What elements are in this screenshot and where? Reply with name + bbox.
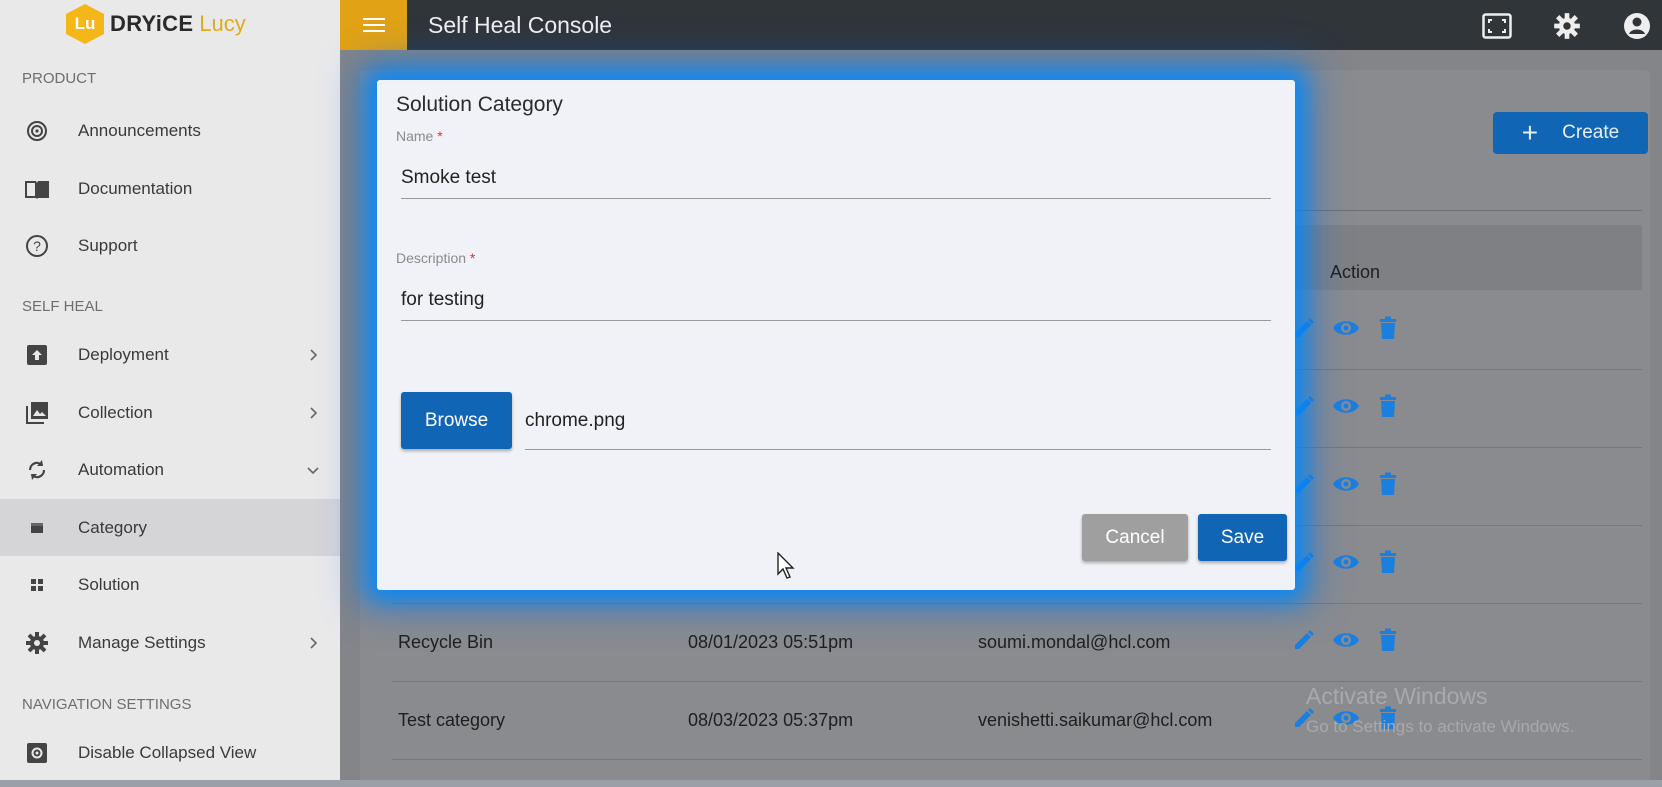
sidebar-item-label: Deployment: [78, 344, 169, 364]
view-icon[interactable]: [1332, 626, 1360, 654]
cell-category-name: Test category: [398, 710, 506, 730]
category-icon: [24, 515, 50, 541]
sidebar-item-label: Manage Settings: [78, 632, 206, 652]
row-actions: [1290, 470, 1402, 498]
required-mark: *: [437, 128, 443, 144]
gear-icon: [24, 630, 50, 656]
dialog-title: Solution Category: [396, 93, 563, 116]
description-input[interactable]: [401, 280, 1271, 321]
watermark-title: Activate Windows: [1306, 683, 1488, 709]
column-header-action: Action: [1330, 262, 1381, 282]
sidebar-item-disable-collapsed-view[interactable]: Disable Collapsed View: [0, 724, 340, 781]
name-label-text: Name: [396, 128, 434, 144]
chevron-right-icon: [310, 406, 318, 419]
description-label: Description *: [396, 250, 475, 266]
help-icon: ?: [24, 233, 50, 259]
lucy-logo-icon: Lu: [66, 4, 104, 44]
sidebar-item-solution[interactable]: Solution: [0, 556, 340, 613]
name-label: Name *: [396, 128, 443, 144]
file-name-text: chrome.png: [525, 410, 626, 431]
sidebar-item-manage-settings[interactable]: Manage Settings: [0, 614, 340, 671]
cell-created-date: 08/01/2023 05:51pm: [688, 632, 854, 652]
row-actions: [1290, 548, 1402, 576]
svg-text:?: ?: [33, 238, 41, 254]
sidebar-item-category[interactable]: Category: [0, 499, 340, 556]
sidebar-item-label: Solution: [78, 574, 140, 594]
account-icon[interactable]: [1622, 11, 1652, 41]
description-label-text: Description: [396, 250, 467, 266]
brand-logo[interactable]: Lu DRYiCE Lucy: [66, 4, 246, 44]
section-self-heal: SELF HEAL: [22, 298, 103, 315]
sidebar-item-label: Automation: [78, 459, 164, 479]
chevron-down-icon: [307, 466, 319, 474]
file-name-field[interactable]: chrome.png: [525, 392, 1271, 450]
view-icon[interactable]: [1332, 548, 1360, 576]
section-navigation-settings: NAVIGATION SETTINGS: [22, 696, 192, 713]
sidebar-item-automation[interactable]: Automation: [0, 441, 340, 498]
hamburger-icon: [362, 18, 385, 32]
settings-box-icon: [24, 740, 50, 766]
delete-icon[interactable]: [1374, 314, 1402, 342]
create-label: Create: [1562, 122, 1620, 143]
brand-product: Lucy: [199, 11, 246, 36]
brand-name: DRYiCE: [110, 11, 194, 36]
announcement-icon: [24, 118, 50, 144]
mouse-cursor-icon: [777, 552, 795, 579]
cell-created-by: soumi.mondal@hcl.com: [978, 632, 1171, 652]
sidebar-item-support[interactable]: ? Support: [0, 217, 340, 274]
view-icon[interactable]: [1332, 392, 1360, 420]
sidebar-item-deployment[interactable]: Deployment: [0, 326, 340, 383]
view-icon[interactable]: [1332, 470, 1360, 498]
sidebar-item-label: Collection: [78, 402, 153, 422]
sync-icon: [24, 457, 50, 483]
bottom-strip: [0, 780, 1662, 787]
sidebar-item-label: Category: [78, 517, 147, 537]
sidebar-item-announcements[interactable]: Announcements: [0, 102, 340, 159]
sidebar-item-label: Support: [78, 235, 138, 255]
row-actions: [1290, 626, 1402, 654]
cancel-button[interactable]: Cancel: [1082, 514, 1188, 561]
delete-icon[interactable]: [1374, 626, 1402, 654]
section-product: PRODUCT: [22, 70, 97, 87]
sidebar-item-collection[interactable]: Collection: [0, 384, 340, 441]
save-button[interactable]: Save: [1198, 514, 1287, 561]
cell-created-date: 08/03/2023 05:37pm: [688, 710, 854, 730]
edit-icon[interactable]: [1290, 626, 1318, 654]
watermark-subtitle: Go to Settings to activate Windows.: [1306, 717, 1575, 736]
row-actions: [1290, 392, 1402, 420]
table-row: Recycle Bin 08/01/2023 05:51pm soumi.monda…: [392, 604, 1642, 682]
sidebar: Lu DRYiCE Lucy PRODUCT Announcements Doc…: [0, 0, 341, 787]
menu-toggle-button[interactable]: [340, 0, 407, 50]
sidebar-item-label: Documentation: [78, 178, 193, 198]
delete-icon[interactable]: [1374, 392, 1402, 420]
sidebar-item-label: Announcements: [78, 120, 201, 140]
view-icon[interactable]: [1332, 314, 1360, 342]
sidebar-item-documentation[interactable]: Documentation: [0, 160, 340, 217]
browse-button[interactable]: Browse: [401, 392, 512, 449]
solution-category-dialog: Solution Category Name * Description * B…: [377, 80, 1295, 590]
book-icon: [24, 176, 50, 202]
grid-icon: [24, 572, 50, 598]
create-button[interactable]: + Create: [1493, 112, 1648, 154]
fullscreen-icon[interactable]: [1482, 11, 1512, 41]
collection-icon: [24, 400, 50, 426]
chevron-right-icon: [310, 348, 318, 361]
row-actions: [1290, 314, 1402, 342]
sidebar-item-label: Disable Collapsed View: [78, 742, 257, 762]
cell-created-by: venishetti.saikumar@hcl.com: [978, 710, 1213, 730]
top-bar: Self Heal Console: [340, 0, 1662, 50]
chevron-right-icon: [310, 636, 318, 649]
gear-icon[interactable]: [1552, 11, 1582, 41]
deployment-icon: [24, 342, 50, 368]
cell-category-name: Recycle Bin: [398, 632, 494, 652]
delete-icon[interactable]: [1374, 470, 1402, 498]
plus-icon: +: [1521, 117, 1539, 148]
delete-icon[interactable]: [1374, 548, 1402, 576]
page-title: Self Heal Console: [428, 12, 613, 38]
required-mark: *: [469, 250, 476, 266]
name-input[interactable]: [401, 158, 1271, 199]
